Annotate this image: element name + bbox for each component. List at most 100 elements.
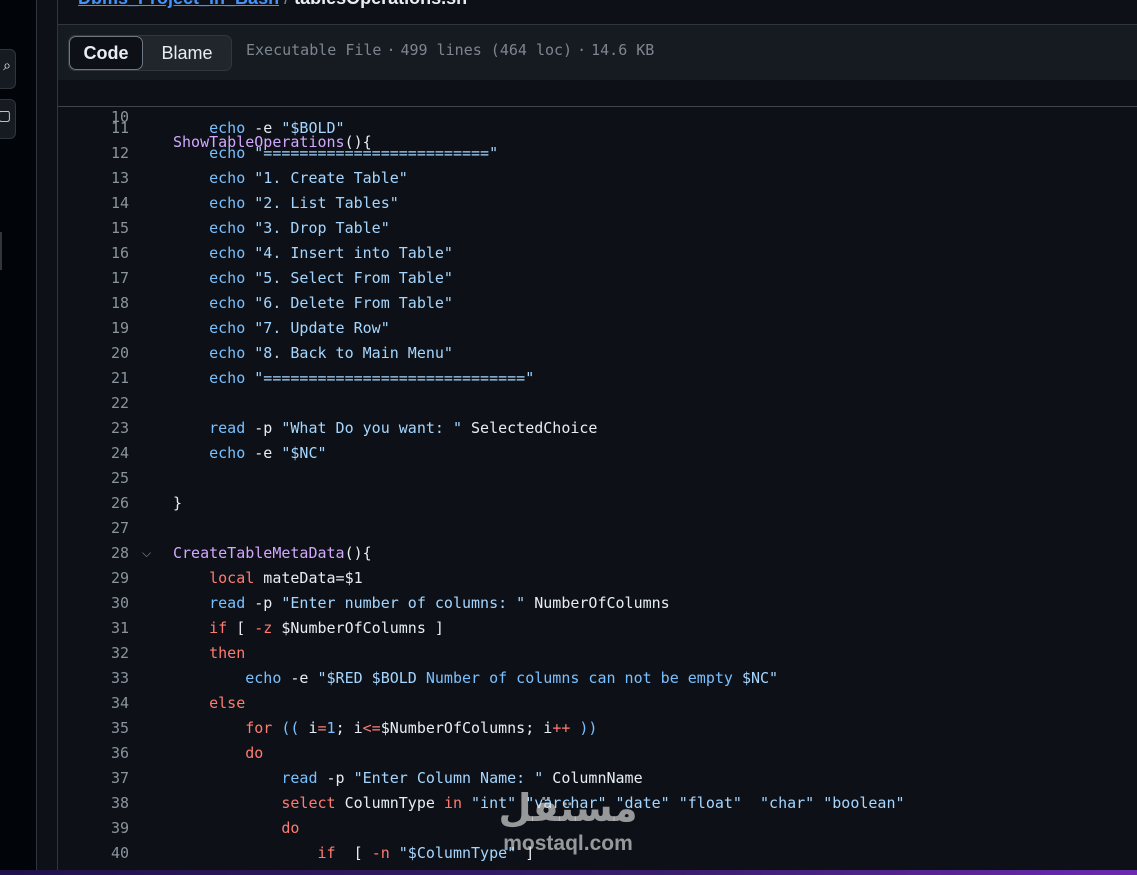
code-token: read bbox=[281, 769, 318, 787]
code-token: echo bbox=[209, 194, 246, 212]
line-number[interactable]: 24 bbox=[58, 441, 129, 466]
code-text: read -p "What Do you want: " SelectedCho… bbox=[173, 416, 597, 441]
line-number[interactable]: 39 bbox=[58, 816, 129, 841]
code-text: } bbox=[173, 491, 182, 516]
code-token: "1. Create Table" bbox=[254, 169, 408, 187]
file-info: Executable File · 499 lines (464 loc) · 14.6… bbox=[246, 41, 654, 59]
code-tab[interactable]: Code bbox=[69, 36, 143, 70]
code-line: 13 echo "1. Create Table" bbox=[58, 166, 1137, 191]
code-token: select bbox=[281, 794, 336, 812]
code-toolbar: Code Blame Executable File · 499 lines (46… bbox=[58, 25, 1137, 81]
line-number[interactable]: 26 bbox=[58, 491, 129, 516]
code-line: 31 if [ -z $NumberOfColumns ] bbox=[58, 616, 1137, 641]
code-token: do bbox=[245, 744, 264, 762]
code-token: (( bbox=[281, 719, 300, 737]
code-token: echo bbox=[209, 169, 246, 187]
code-line: 21 echo "=============================" bbox=[58, 366, 1137, 391]
line-number[interactable]: 25 bbox=[58, 466, 129, 491]
code-token: "boolean" bbox=[823, 794, 905, 812]
line-number[interactable]: 16 bbox=[58, 241, 129, 266]
line-number[interactable]: 38 bbox=[58, 791, 129, 816]
code-line: 16 echo "4. Insert into Table" bbox=[58, 241, 1137, 266]
code-token: "3. Drop Table" bbox=[254, 219, 390, 237]
line-number[interactable]: 29 bbox=[58, 566, 129, 591]
code-token: "$NC" bbox=[281, 444, 327, 462]
code-text: echo "=============================" bbox=[173, 366, 534, 391]
code-token: "8. Back to Main Menu" bbox=[254, 344, 453, 362]
line-number[interactable]: 36 bbox=[58, 741, 129, 766]
line-number[interactable]: 21 bbox=[58, 366, 129, 391]
code-token: do bbox=[281, 819, 300, 837]
code-line: 35 for (( i=1; i<=$NumberOfColumns; i++ … bbox=[58, 716, 1137, 741]
code-token: for bbox=[245, 719, 273, 737]
line-number[interactable]: 37 bbox=[58, 766, 129, 791]
code-token: ColumnType bbox=[335, 794, 444, 812]
code-text: then bbox=[173, 641, 245, 666]
code-text: do bbox=[173, 741, 263, 766]
code-text: ShowTableOperations(){ bbox=[173, 130, 372, 155]
code-token: in bbox=[443, 794, 462, 812]
code-line: 20 echo "8. Back to Main Menu" bbox=[58, 341, 1137, 366]
line-number[interactable]: 28 bbox=[58, 541, 129, 566]
code-token: "Enter Column Name: " bbox=[353, 769, 544, 787]
code-line: 34 else bbox=[58, 691, 1137, 716]
code-token: ShowTableOperations bbox=[173, 133, 345, 151]
code-token: if bbox=[317, 844, 336, 862]
line-number[interactable]: 20 bbox=[58, 341, 129, 366]
line-number[interactable]: 22 bbox=[58, 391, 129, 416]
filter-button[interactable]: ▢ bbox=[0, 99, 16, 139]
code-token: SelectedChoice bbox=[462, 419, 598, 437]
line-number[interactable]: 23 bbox=[58, 416, 129, 441]
code-token: echo bbox=[245, 669, 282, 687]
blame-tab[interactable]: Blame bbox=[143, 36, 231, 70]
code-token: read bbox=[209, 594, 246, 612]
line-number[interactable]: 19 bbox=[58, 316, 129, 341]
code-token: $NumberOfColumns ] bbox=[272, 619, 444, 637]
code-line: 32 then bbox=[58, 641, 1137, 666]
code-token: "$RED $BOLD bbox=[317, 669, 426, 687]
line-number[interactable]: 10 bbox=[58, 105, 129, 130]
line-number[interactable]: 27 bbox=[58, 516, 129, 541]
line-number[interactable]: 31 bbox=[58, 616, 129, 641]
code-line: 18 echo "6. Delete From Table" bbox=[58, 291, 1137, 316]
code-token: ; i bbox=[335, 719, 363, 737]
line-number[interactable]: 30 bbox=[58, 591, 129, 616]
line-number[interactable]: 33 bbox=[58, 666, 129, 691]
code-token: "float" bbox=[678, 794, 742, 812]
line-number[interactable]: 40 bbox=[58, 841, 129, 866]
line-number[interactable]: 14 bbox=[58, 191, 129, 216]
code-token: echo bbox=[209, 344, 246, 362]
code-token: "char" bbox=[760, 794, 815, 812]
code-token: local bbox=[209, 569, 255, 587]
view-mode-toggle: Code Blame bbox=[68, 35, 232, 71]
code-text: echo "7. Update Row" bbox=[173, 316, 390, 341]
code-token: -p bbox=[317, 769, 354, 787]
code-text: do bbox=[173, 816, 299, 841]
line-number[interactable]: 18 bbox=[58, 291, 129, 316]
code-token: -p bbox=[245, 594, 282, 612]
line-number[interactable]: 32 bbox=[58, 641, 129, 666]
code-text: CreateTableMetaData(){ bbox=[173, 541, 372, 566]
line-number[interactable]: 17 bbox=[58, 266, 129, 291]
fold-chevron-icon[interactable]: ⌵ bbox=[142, 541, 156, 566]
search-button[interactable]: ⌕ bbox=[0, 49, 16, 89]
code-token: (){ bbox=[344, 544, 372, 562]
code-line: 17 echo "5. Select From Table" bbox=[58, 266, 1137, 291]
line-number[interactable]: 34 bbox=[58, 691, 129, 716]
line-number[interactable]: 35 bbox=[58, 716, 129, 741]
code-text: echo "8. Back to Main Menu" bbox=[173, 341, 453, 366]
breadcrumb-repo-link[interactable]: Dbms_Project_in_Bash bbox=[78, 0, 279, 8]
line-number[interactable]: 15 bbox=[58, 216, 129, 241]
